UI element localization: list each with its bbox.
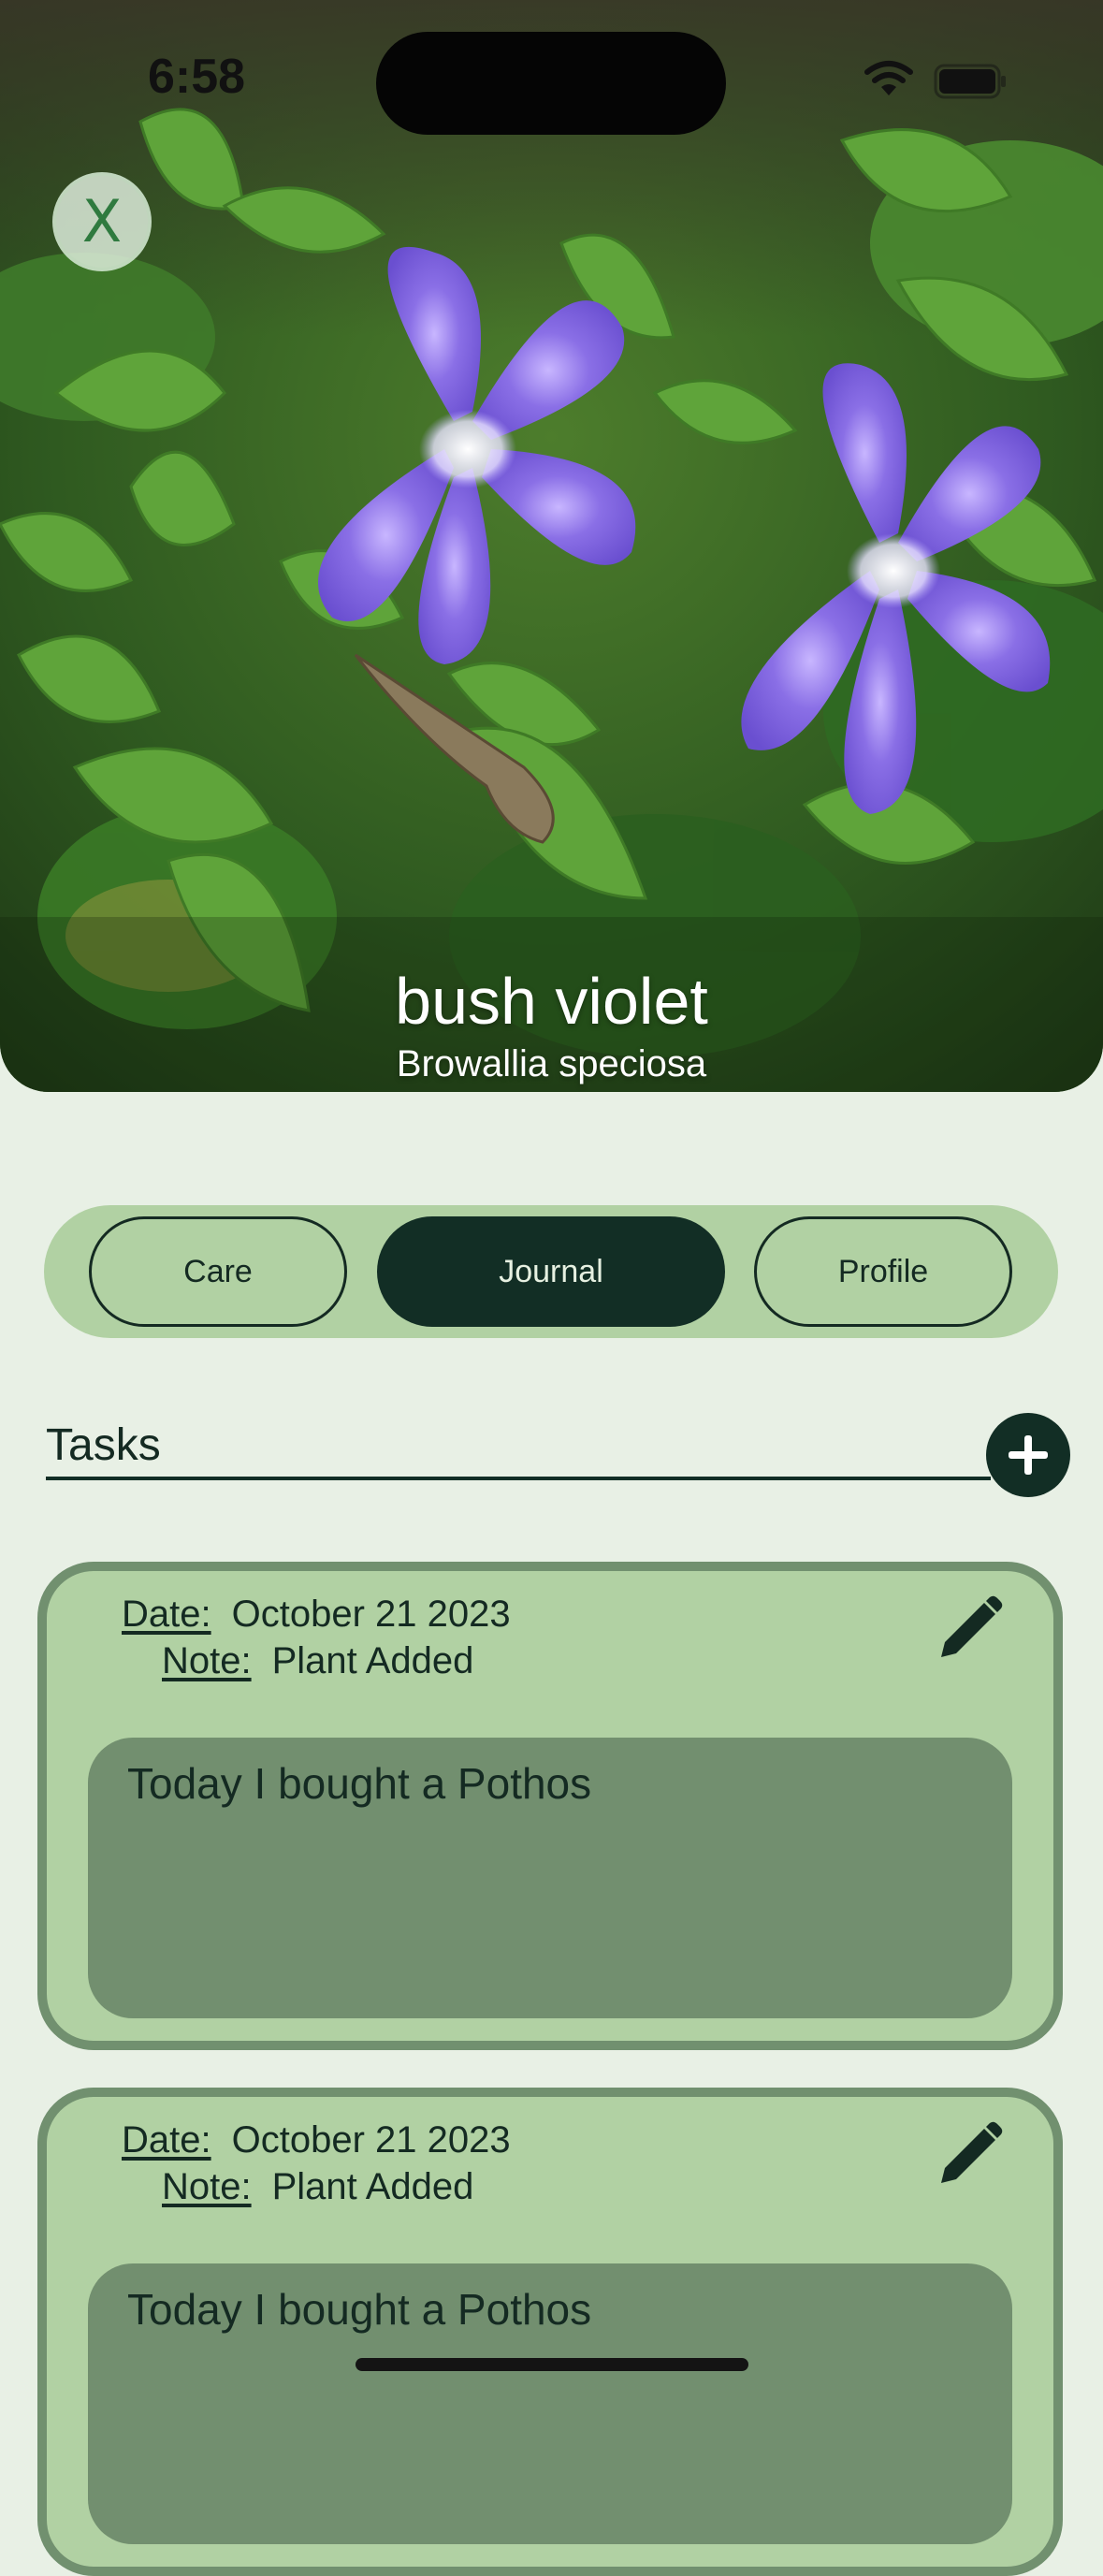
edit-pencil-icon[interactable] [932, 2118, 1007, 2192]
entry-note-text: Today I bought a Pothos [88, 2263, 1012, 2544]
journal-entry-card[interactable]: Date: October 21 2023 Note: Plant Added To… [37, 1562, 1063, 2050]
entry-date-value: October 21 2023 [231, 1594, 511, 1635]
entry-date-label: Date: [122, 1594, 211, 1635]
entry-date-label: Date: [122, 2119, 211, 2161]
plant-scientific-name: Browallia speciosa [396, 1043, 707, 1084]
plant-photo-illustration [0, 0, 1103, 1092]
battery-icon [934, 64, 1006, 99]
status-bar: 6:58 [0, 0, 1103, 150]
entry-note-row: Note: Plant Added [162, 1640, 473, 1682]
tab-profile[interactable]: Profile [754, 1216, 1012, 1327]
entry-note-label: Note: [162, 1640, 252, 1681]
status-time: 6:58 [148, 50, 246, 104]
tab-care[interactable]: Care [89, 1216, 347, 1327]
entry-date-row: Date: October 21 2023 [122, 2119, 511, 2161]
entry-note-row: Note: Plant Added [162, 2166, 473, 2208]
journal-entry-card[interactable]: Date: October 21 2023 Note: Plant Added To… [37, 2088, 1063, 2576]
entry-date-value: October 21 2023 [231, 2119, 511, 2161]
entry-note-value: Plant Added [271, 2166, 474, 2207]
tasks-title: Tasks [46, 1420, 161, 1470]
entry-note-value: Plant Added [271, 1640, 474, 1681]
plant-hero-photo: 6:58 X bush violet Browallia speciosa [0, 0, 1103, 1092]
wifi-icon [864, 61, 913, 95]
dynamic-island [376, 32, 726, 135]
entry-date-row: Date: October 21 2023 [122, 1594, 511, 1636]
home-indicator [356, 2358, 748, 2371]
tab-bar: Care Journal Profile [44, 1205, 1058, 1338]
tasks-divider [46, 1477, 991, 1480]
entry-note-label: Note: [162, 2166, 252, 2207]
tab-journal[interactable]: Journal [377, 1216, 725, 1327]
close-button[interactable]: X [52, 172, 152, 271]
entry-note-text: Today I bought a Pothos [88, 1738, 1012, 2018]
close-icon: X [81, 187, 123, 255]
plus-icon [1009, 1435, 1048, 1475]
edit-pencil-icon[interactable] [932, 1592, 1007, 1666]
add-task-button[interactable] [986, 1413, 1070, 1497]
plant-common-name: bush violet [395, 965, 708, 1038]
